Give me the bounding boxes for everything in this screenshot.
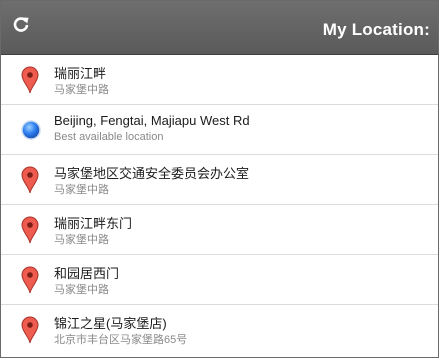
location-item[interactable]: 瑞丽江畔 马家堡中路: [1, 55, 438, 105]
location-item[interactable]: Beijing, Fengtai, Majiapu West Rd Best a…: [1, 105, 438, 155]
location-detail: 马家堡中路: [54, 234, 109, 246]
current-location-dot-icon: [21, 120, 41, 140]
location-name: 和园居西门: [54, 266, 120, 281]
location-name: 马家堡地区交通安全委员会办公室: [54, 166, 250, 181]
header-bar: My Location:: [1, 1, 438, 55]
refresh-icon: [13, 17, 29, 32]
location-name: Beijing, Fengtai, Majiapu West Rd: [54, 113, 250, 128]
location-list: 瑞丽江畔 马家堡中路 Beijing, Fengtai, Majiapu Wes…: [1, 55, 438, 354]
location-item[interactable]: 和园居西门 马家堡中路: [1, 255, 438, 305]
app-window: My Location: 瑞丽江畔 马家堡中路 Beijing, Fengtai…: [0, 0, 439, 358]
location-name: 瑞丽江畔: [54, 66, 107, 81]
page-title: My Location:: [322, 20, 430, 39]
map-pin-icon: [21, 166, 39, 194]
map-pin-icon: [21, 316, 39, 344]
refresh-button[interactable]: [9, 13, 33, 37]
location-name: 瑞丽江畔东门: [54, 216, 133, 231]
location-name: 锦江之星(马家堡店): [54, 316, 167, 331]
map-pin-icon: [21, 266, 39, 294]
location-detail: 马家堡中路: [54, 84, 109, 96]
location-detail: Best available location: [54, 131, 164, 143]
map-pin-icon: [21, 66, 39, 94]
location-item[interactable]: 马家堡地区交通安全委员会办公室 马家堡中路: [1, 155, 438, 205]
location-detail: 马家堡中路: [54, 284, 109, 296]
location-item[interactable]: 锦江之星(马家堡店) 北京市丰台区马家堡路65号: [1, 305, 438, 354]
location-detail: 马家堡中路: [54, 184, 109, 196]
location-detail: 北京市丰台区马家堡路65号: [54, 334, 188, 346]
location-item[interactable]: 瑞丽江畔东门 马家堡中路: [1, 205, 438, 255]
map-pin-icon: [21, 216, 39, 244]
